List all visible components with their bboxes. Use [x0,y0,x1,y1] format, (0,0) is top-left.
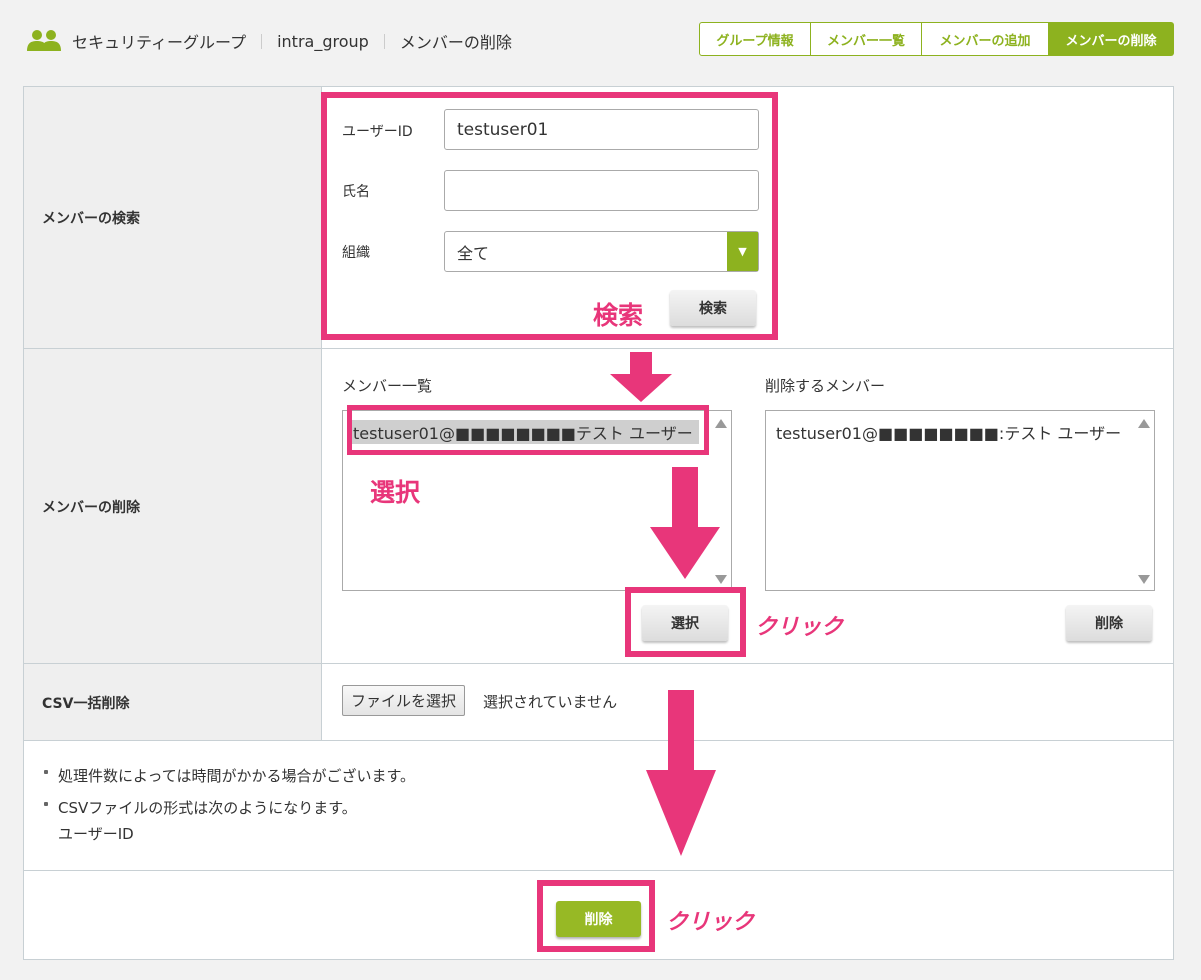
annotation-search-box [321,92,778,340]
scroll-up-icon[interactable] [715,419,727,428]
down-arrow-icon [646,690,716,856]
tab-add-member[interactable]: メンバーの追加 [922,22,1049,56]
annotation-select-item-box [347,405,709,455]
annotation-select-button-box [625,587,746,657]
annotation-select-text: 選択 [370,478,421,507]
breadcrumb-group-type: セキュリティーグループ [72,33,247,52]
delete-listbox[interactable]: testuser01@■■■■■■■■:テスト ユーザー [765,410,1155,591]
note-processing-time: 処理件数によっては時間がかかる場合がございます。 [44,765,415,786]
note-csv-format: CSVファイルの形式は次のようになります。 [44,797,357,818]
breadcrumb-group-name[interactable]: intra_group [277,32,369,51]
annotation-click-text: クリック [755,615,844,640]
delete-list-label: 削除するメンバー [765,377,886,395]
scroll-down-icon[interactable] [1138,575,1150,584]
down-arrow-icon [650,467,720,579]
tab-bar: グループ情報 メンバー一覧 メンバーの追加 メンバーの削除 [699,22,1174,56]
tab-member-list[interactable]: メンバー一覧 [811,22,922,56]
note-csv-column: ユーザーID [58,825,134,843]
divider [24,663,1173,664]
note-text: 処理件数によっては時間がかかる場合がございます。 [58,767,416,785]
remove-button[interactable]: 削除 [1066,605,1152,641]
csv-row-label: CSV一括削除 [24,664,322,741]
down-arrow-icon [610,352,672,402]
breadcrumb: セキュリティーグループ intra_group メンバーの削除 [72,29,512,53]
list-item[interactable]: testuser01@■■■■■■■■:テスト ユーザー [776,420,1121,444]
tab-group-info[interactable]: グループ情報 [699,22,811,56]
note-text: CSVファイルの形式は次のようになります。 [58,799,357,817]
tab-delete-member[interactable]: メンバーの削除 [1049,22,1174,56]
delete-row-label: メンバーの削除 [24,349,322,664]
divider [24,348,1173,349]
member-list-label: メンバー一覧 [342,377,433,395]
search-row-label: メンバーの検索 [24,87,322,349]
annotation-search-text: 検索 [593,301,644,330]
divider [24,740,1173,741]
breadcrumb-current-page: メンバーの削除 [399,33,512,52]
scroll-up-icon[interactable] [1138,419,1150,428]
annotation-submit-box [537,880,655,952]
file-select-button[interactable]: ファイルを選択 [342,685,466,716]
annotation-click-text: クリック [666,910,755,935]
divider [24,870,1173,871]
file-status-text: 選択されていません [483,693,618,711]
group-icon [27,30,61,51]
